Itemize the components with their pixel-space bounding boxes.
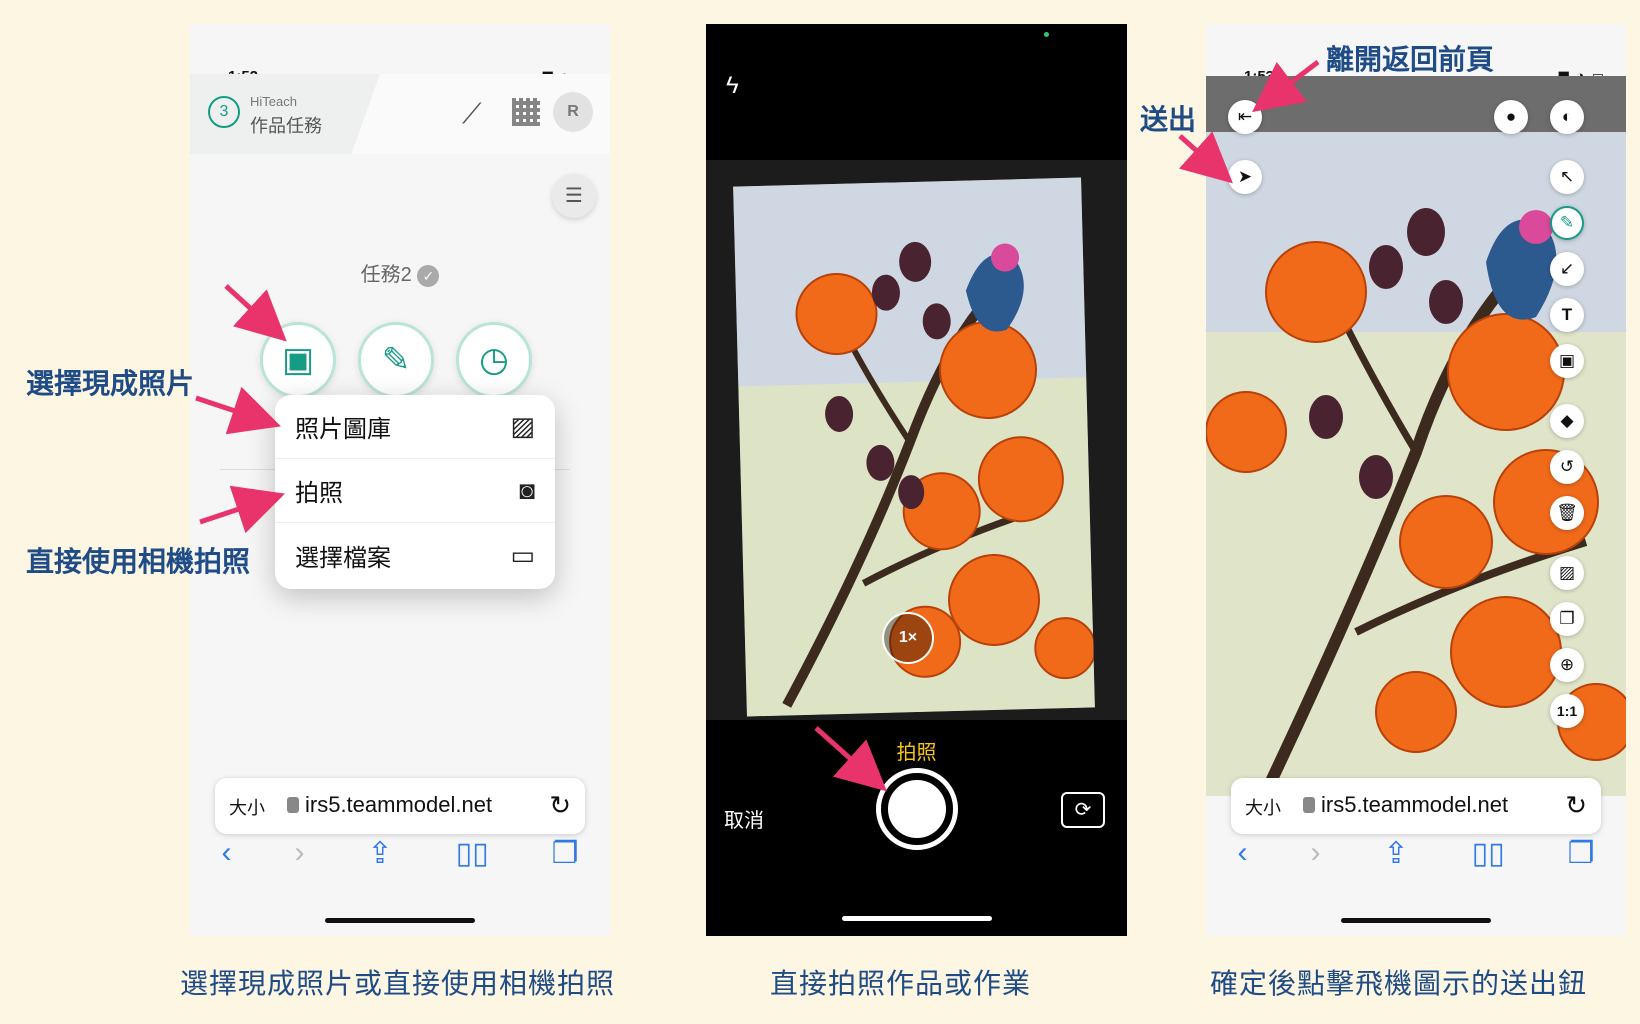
arrow-tool-icon[interactable]: ↙ — [1550, 252, 1584, 286]
cancel-button[interactable]: 取消 — [724, 804, 764, 833]
task-number-badge: 3 — [208, 96, 240, 128]
viewfinder: 1× — [706, 160, 1127, 720]
brush-icon[interactable]: ⟋ — [462, 98, 482, 131]
text-size-button[interactable]: 大小 — [1245, 794, 1281, 820]
shutter-button[interactable] — [876, 768, 958, 850]
camera-indicator-dot — [1044, 32, 1049, 37]
reload-icon[interactable]: ↻ — [549, 790, 571, 821]
lock-icon — [1303, 797, 1315, 813]
forward-icon[interactable]: › — [1310, 836, 1320, 871]
bookmarks-icon[interactable]: ▯▯ — [456, 836, 489, 871]
zoom-hand-icon[interactable]: ⊕ — [1550, 648, 1584, 682]
menu-item-label: 選擇檔案 — [295, 544, 391, 572]
reload-icon[interactable]: ↻ — [1565, 790, 1587, 821]
record-icon[interactable]: ● — [1494, 100, 1528, 134]
shutter-inner — [885, 777, 949, 841]
share-icon[interactable]: ⇪ — [367, 836, 392, 871]
menu-item-take-photo[interactable]: 拍照 ◙ — [275, 459, 555, 523]
caption-left: 選擇現成照片或直接使用相機拍照 — [180, 968, 616, 999]
trash-icon[interactable]: 🗑 — [1550, 496, 1584, 530]
caption-middle: 直接拍照作品或作業 — [770, 968, 1032, 999]
eraser-icon[interactable]: ◆ — [1550, 404, 1584, 438]
app-subtitle: 作品任務 — [250, 116, 322, 136]
url-bar[interactable]: 大小 irs5.teammodel.net ↻ — [1231, 778, 1601, 834]
select-cursor-icon[interactable]: ↖ — [1550, 160, 1584, 194]
url-text: irs5.teammodel.net — [1321, 792, 1509, 817]
camera-mode-label[interactable]: 拍照 — [706, 736, 1127, 765]
ratio-button[interactable]: 1:1 — [1550, 694, 1584, 728]
menu-item-label: 照片圖庫 — [295, 416, 391, 443]
palette-icon[interactable]: ◐ — [1550, 100, 1584, 134]
home-indicator — [841, 916, 992, 921]
menu-item-choose-file[interactable]: 選擇檔案 ▭ — [275, 523, 555, 587]
task-title: 任務2 ✓ — [190, 258, 610, 287]
image-edit-icon[interactable]: ▣ — [1550, 344, 1584, 378]
bookmarks-icon[interactable]: ▯▯ — [1472, 836, 1505, 871]
lock-icon — [287, 797, 299, 813]
pencil-icon[interactable]: ✎ — [1550, 206, 1584, 240]
annotation-leave-back: 離開返回前頁 — [1326, 44, 1495, 75]
history-button[interactable]: ◷ — [456, 322, 532, 398]
app-header: 3 HiTeach 作品任務 ⟋ R — [190, 74, 610, 154]
draw-upload-button[interactable]: ✎ — [358, 322, 434, 398]
upload-menu: 照片圖庫 ▨ 拍照 ◙ 選擇檔案 ▭ — [275, 395, 555, 589]
menu-item-photo-library[interactable]: 照片圖庫 ▨ — [275, 395, 555, 459]
status-bar: 1:52 ▂▄▆ ◔ ▭ — [190, 24, 610, 85]
annotation-send: 送出 — [1140, 104, 1197, 135]
folder-icon: ▭ — [510, 539, 535, 570]
send-plane-icon[interactable]: ➤ — [1228, 160, 1262, 194]
app-name: HiTeach — [250, 94, 297, 109]
forward-icon[interactable]: › — [294, 836, 304, 871]
flip-camera-icon[interactable]: ⟳ — [1061, 792, 1105, 828]
text-size-button[interactable]: 大小 — [229, 794, 265, 820]
camera-screen: ϟ 1× 拍照 取消 ⟳ — [706, 24, 1127, 936]
photo-library-icon: ▨ — [510, 411, 535, 441]
url-bar[interactable]: 大小 irs5.teammodel.net ↻ — [215, 778, 585, 834]
notes-icon[interactable]: ☰ — [552, 174, 596, 218]
caption-right: 確定後點擊飛機圖示的送出鈕 — [1210, 968, 1588, 999]
tabs-icon[interactable]: ❐ — [1568, 836, 1595, 871]
back-icon[interactable]: ‹ — [1237, 836, 1247, 871]
flash-icon[interactable]: ϟ — [726, 72, 739, 100]
menu-item-label: 拍照 — [295, 480, 343, 507]
clock-icon: ◷ — [479, 341, 509, 379]
browser-toolbar: ‹ › ⇪ ▯▯ ❐ — [1206, 836, 1626, 871]
qr-code-icon[interactable] — [512, 98, 540, 126]
zoom-1x-button[interactable]: 1× — [882, 612, 934, 664]
tabs-icon[interactable]: ❐ — [552, 836, 579, 871]
exit-icon[interactable]: ⇤ — [1228, 100, 1262, 134]
undo-icon[interactable]: ↺ — [1550, 450, 1584, 484]
image-icon[interactable]: ▨ — [1550, 556, 1584, 590]
share-icon[interactable]: ⇪ — [1383, 836, 1408, 871]
url-text: irs5.teammodel.net — [305, 792, 493, 817]
avatar[interactable]: R — [553, 92, 593, 132]
annotation-choose-photo: 選擇現成照片 — [26, 368, 195, 399]
draw-board-icon: ✎ — [381, 341, 411, 379]
photo-camera-icon: ▣ — [281, 341, 315, 379]
text-tool-icon[interactable]: T — [1550, 298, 1584, 332]
browser-toolbar: ‹ › ⇪ ▯▯ ❐ — [190, 836, 610, 871]
task-title-text: 任務2 — [360, 264, 412, 286]
copy-icon[interactable]: ❐ — [1550, 602, 1584, 636]
photo-upload-button[interactable]: ▣ — [260, 322, 336, 398]
back-icon[interactable]: ‹ — [221, 836, 231, 871]
check-icon: ✓ — [417, 264, 440, 287]
camera-icon: ◙ — [519, 475, 535, 505]
annotation-use-camera: 直接使用相機拍照 — [26, 546, 251, 577]
editor-screen: 1:53 ▂▄▆ ◔ ▭ ⇤ ➤ ● ◐ ↖ — [1206, 24, 1626, 936]
home-indicator — [325, 918, 475, 923]
home-indicator — [1341, 918, 1491, 923]
